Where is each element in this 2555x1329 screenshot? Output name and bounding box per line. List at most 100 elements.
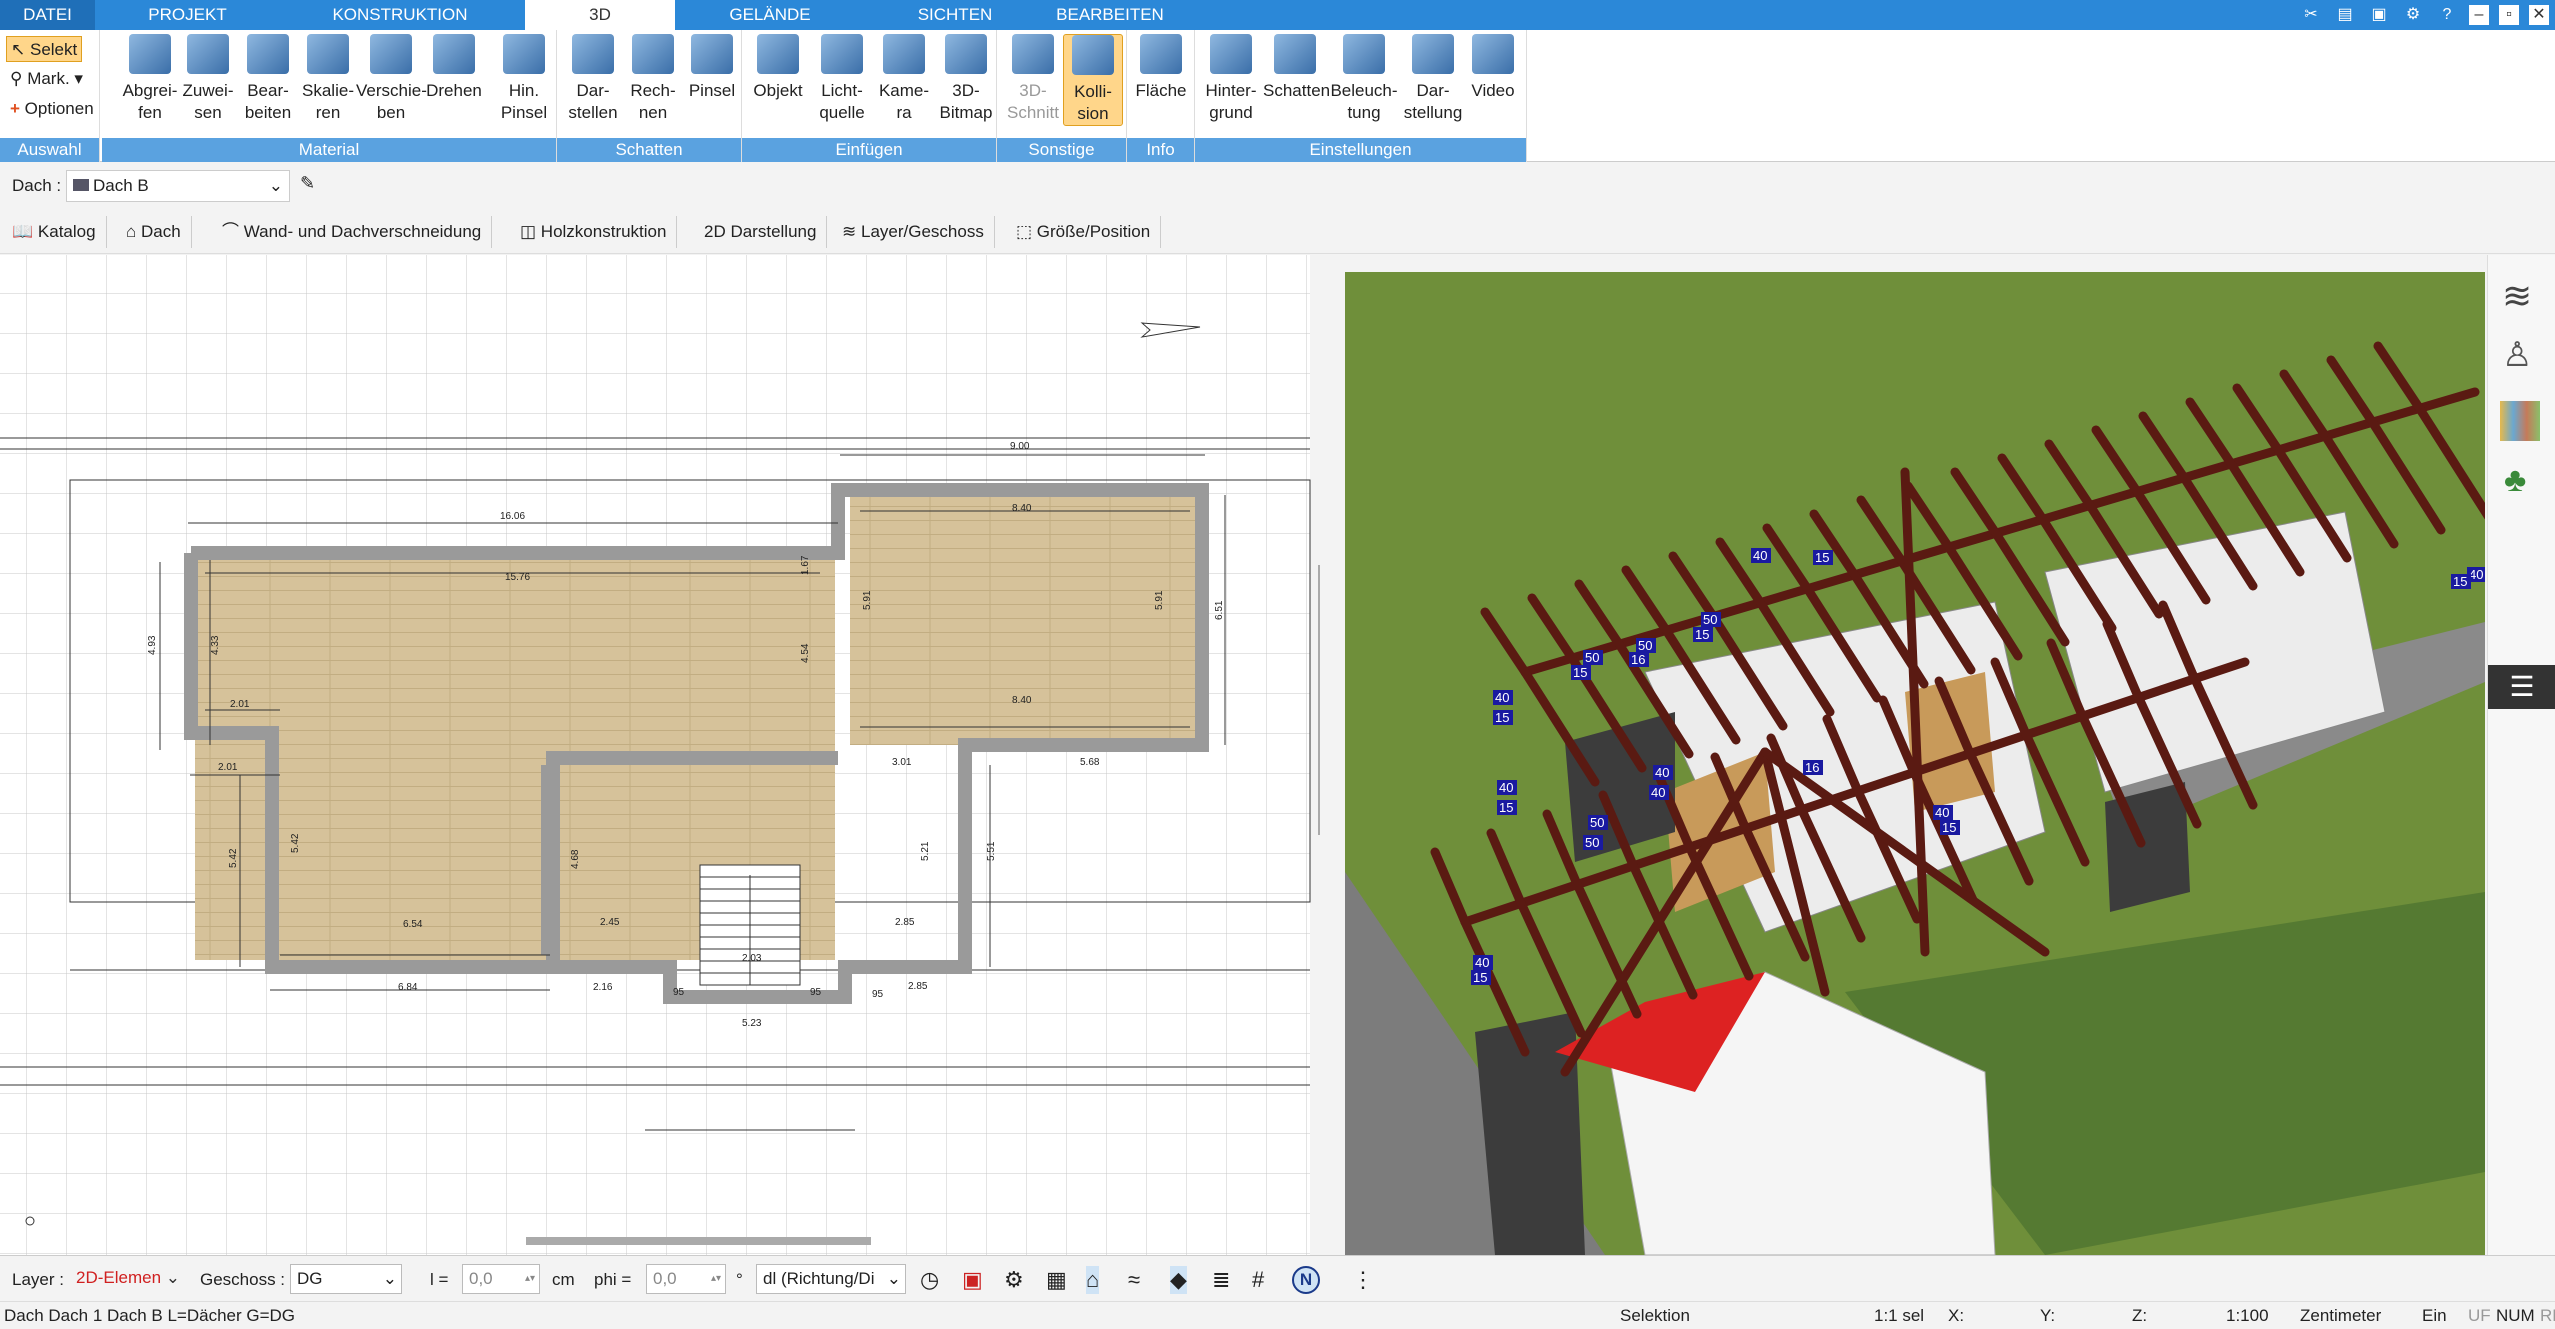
layer-label: Layer : — [12, 1270, 64, 1289]
dim-label: 5.51 — [986, 841, 997, 861]
floor-plan-view[interactable]: 9.00 16.06 8.40 15.76 8.40 2.01 2.01 3.0… — [0, 255, 1320, 1255]
restore-icon[interactable]: ▫ — [2499, 5, 2519, 25]
tab-konstruktion[interactable]: KONSTRUKTION — [320, 0, 480, 30]
more-icon[interactable]: ⋮ — [1352, 1266, 1374, 1294]
material-button-1[interactable]: Zuwei-sen — [178, 34, 238, 124]
3d-view[interactable]: 50 15 50 16 50 15 40 15 40 15 40 15 50 50 40 40 16 40 15 40… — [1345, 272, 2485, 1255]
info-button-0[interactable]: Fläche — [1131, 34, 1191, 102]
dach-button[interactable]: ⌂ Dach — [122, 216, 192, 248]
phi-input[interactable]: 0,0 ▴▾ — [646, 1264, 726, 1294]
chevron-down-icon: ⌄ — [165, 1268, 181, 1287]
folder-icon[interactable]: ▣ — [2367, 3, 2391, 27]
einfuegen-tool-icon — [945, 34, 987, 74]
chair-icon[interactable]: ♙ — [2502, 335, 2532, 375]
tools-icon[interactable]: ✂ — [2299, 3, 2323, 27]
edit-pencil-icon[interactable]: ✎ — [300, 173, 315, 194]
material-palette-icon[interactable] — [2500, 401, 2540, 441]
dim-label: 2.45 — [600, 917, 620, 928]
einfuegen-button-0[interactable]: Objekt — [748, 34, 808, 102]
einstellungen-button-1[interactable]: Schatten — [1263, 34, 1330, 102]
hamburger-menu-icon[interactable]: ☰ — [2488, 665, 2555, 709]
clock-icon[interactable]: ◷ — [920, 1266, 939, 1294]
dim-label: 2.16 — [593, 982, 613, 993]
material-button-3[interactable]: Skalie-ren — [298, 34, 358, 124]
beam-dimension-label: 50 — [1701, 612, 1721, 627]
einstellungen-button-2[interactable]: Beleuch-tung — [1327, 34, 1401, 124]
sonstige-button-0[interactable]: 3D- Schnitt — [1003, 34, 1063, 124]
tab-projekt[interactable]: PROJEKT — [120, 0, 255, 30]
status-x: X: — [1948, 1306, 1965, 1325]
sonstige-button-1[interactable]: Kolli-sion — [1063, 34, 1123, 126]
groesse-position-button[interactable]: ⬚ Größe/Position — [1012, 216, 1162, 248]
tab-bearbeiten[interactable]: BEARBEITEN — [1045, 0, 1175, 30]
layer-geschoss-button[interactable]: ≋ Layer/Geschoss — [838, 216, 995, 248]
tab-datei[interactable]: DATEI — [0, 0, 95, 30]
settings-icon[interactable]: ⚙ — [2401, 3, 2425, 27]
3d-canvas[interactable]: 50155016501540 15401540155050404016401540… — [1345, 272, 2485, 1255]
beam-dimension-text: 15 — [1695, 627, 1709, 642]
holzkonstruktion-button[interactable]: ◫ Holzkonstruktion — [516, 216, 678, 248]
einfuegen-button-2[interactable]: Kame-ra — [874, 34, 934, 124]
schatten-button-1[interactable]: Rech-nen — [623, 34, 683, 124]
wall-view-icon[interactable]: ≈ — [1128, 1266, 1140, 1294]
2d-darstellung-button[interactable]: 2D Darstellung — [700, 216, 828, 248]
dim-label: 2.01 — [230, 699, 250, 710]
right-sidebar: ≋ ♙ ♣ ☰ — [2487, 255, 2555, 1255]
tab-3d[interactable]: 3D — [525, 0, 675, 30]
dim-label: 3.01 — [892, 757, 912, 768]
material-button-2[interactable]: Bear-beiten — [238, 34, 298, 124]
material-button-4[interactable]: Verschie-ben — [356, 34, 427, 124]
stepper-icon[interactable]: ▴▾ — [525, 1265, 535, 1293]
floor-plan-canvas[interactable]: 9.00 16.06 8.40 15.76 8.40 2.01 2.01 3.0… — [0, 255, 1320, 1255]
beam-dimension-label: 16 — [1629, 652, 1649, 667]
optionen-button[interactable]: + Optionen — [6, 96, 98, 122]
material-button-5[interactable]: Drehen — [424, 34, 484, 102]
einstellungen-button-4[interactable]: Video — [1463, 34, 1523, 102]
minimize-icon[interactable]: – — [2469, 5, 2489, 25]
layers-icon[interactable]: ≋ — [2502, 275, 2532, 317]
north-toggle-icon[interactable]: N — [1292, 1266, 1320, 1294]
einstellungen-button-0[interactable]: Hinter-grund — [1201, 34, 1261, 124]
roof-view-icon[interactable]: ⌂ — [1086, 1266, 1100, 1294]
camera-icon[interactable]: ⚙ — [1004, 1266, 1024, 1294]
dach-select[interactable]: Dach B ⌄ — [66, 170, 290, 202]
dim-label: 16.06 — [500, 511, 525, 522]
schatten-button-2[interactable]: Pinsel — [685, 34, 739, 102]
tab-sichten[interactable]: SICHTEN — [900, 0, 1010, 30]
vertical-scrollbar[interactable] — [1318, 565, 1320, 835]
selekt-button[interactable]: ↖ Selekt — [6, 36, 83, 62]
stairs-icon[interactable]: ≣ — [1212, 1266, 1230, 1294]
phi-label: phi = — [594, 1270, 632, 1289]
chevron-down-icon: ⌄ — [886, 1269, 901, 1288]
object-icon[interactable]: ▦ — [1046, 1266, 1067, 1294]
dim-label: 5.42 — [228, 848, 239, 868]
einfuegen-button-1[interactable]: Licht-quelle — [812, 34, 872, 124]
wand-dach-button[interactable]: ⌒ Wand- und Dachverschneidung — [218, 216, 493, 248]
einstellungen-button-3[interactable]: Dar-stellung — [1403, 34, 1463, 124]
l-input[interactable]: 0,0 ▴▾ — [462, 1264, 540, 1294]
beam-dimension-label: 50 — [1583, 835, 1603, 850]
horizontal-scrollbar[interactable] — [526, 1237, 871, 1245]
geschoss-select[interactable]: DG ⌄ — [290, 1264, 402, 1294]
einfuegen-button-3[interactable]: 3D- Bitmap — [936, 34, 996, 124]
stepper-icon[interactable]: ▴▾ — [711, 1265, 721, 1293]
save-icon[interactable]: ▤ — [2333, 3, 2357, 27]
status-y: Y: — [2040, 1306, 2056, 1325]
material-button-0[interactable]: Abgrei-fen — [120, 34, 180, 124]
close-icon[interactable]: ✕ — [2529, 5, 2549, 25]
grid-icon[interactable]: # — [1252, 1266, 1264, 1294]
dim-label: 2.01 — [218, 762, 238, 773]
tab-gelaende[interactable]: GELÄNDE — [710, 0, 830, 30]
tree-icon[interactable]: ♣ — [2504, 461, 2526, 500]
floor-view-icon[interactable]: ◆ — [1170, 1266, 1187, 1294]
dl-select[interactable]: dl (Richtung/Di ⌄ — [756, 1264, 906, 1294]
beam-dimension-label: 40 — [1649, 785, 1669, 800]
status-rf: RF — [2540, 1306, 2555, 1325]
katalog-button[interactable]: 📖 Katalog — [8, 216, 107, 248]
material-button-6[interactable]: Hin. Pinsel — [494, 34, 554, 124]
help-icon[interactable]: ? — [2435, 3, 2459, 27]
schatten-button-0[interactable]: Dar-stellen — [563, 34, 623, 124]
mark-button[interactable]: ⚲ Mark. ▾ — [6, 66, 87, 92]
layer-select[interactable]: 2D-Elemen ⌄ — [70, 1264, 186, 1294]
monitor-icon[interactable]: ▣ — [962, 1266, 983, 1294]
